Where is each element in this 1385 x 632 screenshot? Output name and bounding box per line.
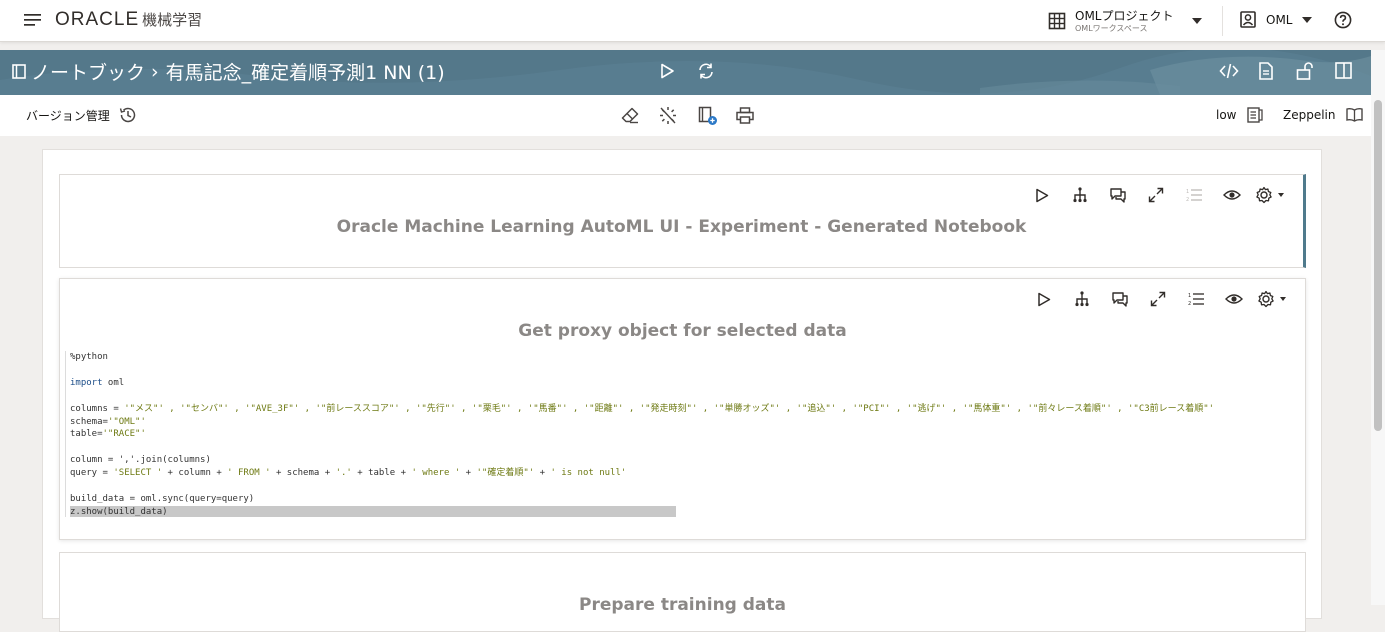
brand[interactable]: ORACLE 機械学習	[55, 9, 202, 31]
notebook-title: 有馬記念_確定着順予測1 NN (1)	[165, 62, 445, 84]
eye-icon[interactable]	[1213, 183, 1251, 207]
code-string: 'SELECT '	[113, 468, 163, 479]
code-line: %python	[70, 352, 108, 362]
code-text: query =	[70, 468, 114, 479]
service-level-value: low	[1216, 108, 1237, 122]
code-string: '"確定着順"'	[476, 468, 535, 479]
code-string: ' where '	[411, 468, 461, 479]
paragraph-title: Oracle Machine Learning AutoML UI - Expe…	[336, 217, 1027, 237]
history-icon	[119, 106, 137, 124]
line-numbers-icon[interactable]: 12	[1175, 183, 1213, 207]
paragraph[interactable]: 12 Oracle Machine Learning AutoML UI - E…	[59, 174, 1306, 268]
code-icon[interactable]	[1219, 62, 1239, 80]
page-scrollbar[interactable]	[1371, 50, 1385, 605]
svg-text:1: 1	[1188, 293, 1191, 299]
notebook-icon	[12, 64, 26, 79]
comments-icon[interactable]	[1099, 183, 1137, 207]
interpreter-selector[interactable]: Zeppelin	[1283, 107, 1363, 122]
paragraph[interactable]: Prepare training data	[59, 552, 1306, 632]
code-text: oml	[102, 377, 125, 388]
hamburger-menu-icon[interactable]	[24, 13, 42, 27]
notebook-settings-icon[interactable]	[698, 106, 718, 126]
code-text: table=	[70, 429, 103, 440]
notebook-banner: ノートブック › 有馬記念_確定着順予測1 NN (1)	[0, 50, 1371, 95]
unlock-icon[interactable]	[1296, 62, 1314, 80]
code-editor[interactable]: %python import oml columns = '"メス"' , '"…	[65, 351, 1305, 517]
version-control-button[interactable]: バージョン管理	[26, 106, 137, 124]
comments-icon[interactable]	[1101, 287, 1139, 311]
user-menu[interactable]: OML	[1240, 11, 1313, 28]
code-string: '.'	[335, 468, 352, 479]
chevron-down-icon	[1192, 17, 1202, 25]
grid-icon	[1048, 12, 1066, 30]
oracle-logo: ORACLE	[55, 9, 140, 30]
svg-text:2: 2	[1186, 197, 1189, 203]
scrollbar-thumb[interactable]	[1374, 100, 1382, 431]
clear-output-icon[interactable]	[659, 106, 677, 125]
version-control-label: バージョン管理	[26, 108, 110, 123]
user-name: OML	[1266, 12, 1293, 27]
code-keyword: import	[70, 377, 103, 388]
code-line: build_data = oml.sync(query=query)	[70, 493, 255, 504]
paragraph-toolbar: 12	[1025, 287, 1291, 311]
paragraph-toolbar: 12	[1023, 183, 1289, 207]
expand-icon[interactable]	[1139, 287, 1177, 311]
eye-icon[interactable]	[1215, 287, 1253, 311]
print-icon[interactable]	[736, 107, 754, 124]
breadcrumb-separator: ›	[151, 60, 159, 83]
header-divider	[1222, 6, 1223, 36]
code-string: ' is not null'	[550, 468, 627, 479]
code-line: column = ','.join(columns)	[70, 455, 211, 466]
run-all-icon[interactable]	[659, 63, 675, 79]
paragraph-settings-icon[interactable]	[1251, 186, 1289, 204]
service-level-selector[interactable]: low	[1216, 107, 1263, 123]
expand-icon[interactable]	[1137, 183, 1175, 207]
line-numbers-icon[interactable]: 12	[1177, 287, 1215, 311]
code-string: ' FROM '	[227, 468, 271, 479]
code-string: '"OML"'	[107, 416, 146, 427]
code-text: schema=	[70, 416, 108, 427]
paragraph-title: Get proxy object for selected data	[518, 321, 847, 341]
service-level-icon	[1246, 107, 1263, 123]
code-string: '"RACE"'	[102, 429, 146, 440]
notebook-canvas: 12 Oracle Machine Learning AutoML UI - E…	[42, 149, 1322, 632]
breadcrumb-root[interactable]: ノートブック	[31, 58, 145, 85]
paragraph[interactable]: 12 Get proxy object for selected data %p…	[59, 278, 1306, 540]
paragraph-title: Prepare training data	[578, 595, 786, 615]
code-line-selected: z.show(build_data)	[70, 505, 676, 517]
code-text: columns =	[70, 403, 125, 414]
run-paragraph-icon[interactable]	[1025, 287, 1063, 311]
workspace-name: OMLワークスペース	[1075, 23, 1148, 33]
refresh-icon[interactable]	[697, 62, 715, 80]
interpreter-name: Zeppelin	[1283, 107, 1336, 122]
split-view-icon[interactable]	[1335, 62, 1352, 79]
code-text: +	[534, 468, 551, 479]
code-text: +	[460, 468, 477, 479]
svg-text:1: 1	[1186, 189, 1189, 195]
book-icon	[1345, 107, 1363, 122]
notebook-toolbar: バージョン管理 low Zeppelin	[0, 95, 1371, 136]
code-text: + table +	[351, 468, 412, 479]
run-paragraph-icon[interactable]	[1023, 183, 1061, 207]
project-name: OMLプロジェクト	[1075, 8, 1174, 23]
hierarchy-icon[interactable]	[1061, 183, 1099, 207]
document-icon[interactable]	[1258, 62, 1274, 80]
code-string: '"メス"' , '"センバ"' , '"AVE_3F"' , '"前レーススコ…	[124, 403, 1215, 414]
product-name: 機械学習	[142, 11, 203, 29]
help-icon[interactable]	[1334, 11, 1352, 29]
eraser-icon[interactable]	[621, 107, 639, 124]
user-icon	[1240, 11, 1256, 28]
breadcrumb: ノートブック › 有馬記念_確定着順予測1 NN (1)	[12, 58, 445, 85]
chevron-down-icon	[1302, 16, 1313, 24]
code-text: + column +	[162, 468, 228, 479]
hierarchy-icon[interactable]	[1063, 287, 1101, 311]
paragraph-settings-icon[interactable]	[1253, 290, 1291, 308]
app-header: ORACLE 機械学習 OMLプロジェクト OMLワークスペース OML	[0, 0, 1385, 42]
code-text: + schema +	[270, 468, 336, 479]
project-selector[interactable]: OMLプロジェクト OMLワークスペース	[1048, 7, 1202, 35]
svg-text:2: 2	[1188, 301, 1191, 307]
